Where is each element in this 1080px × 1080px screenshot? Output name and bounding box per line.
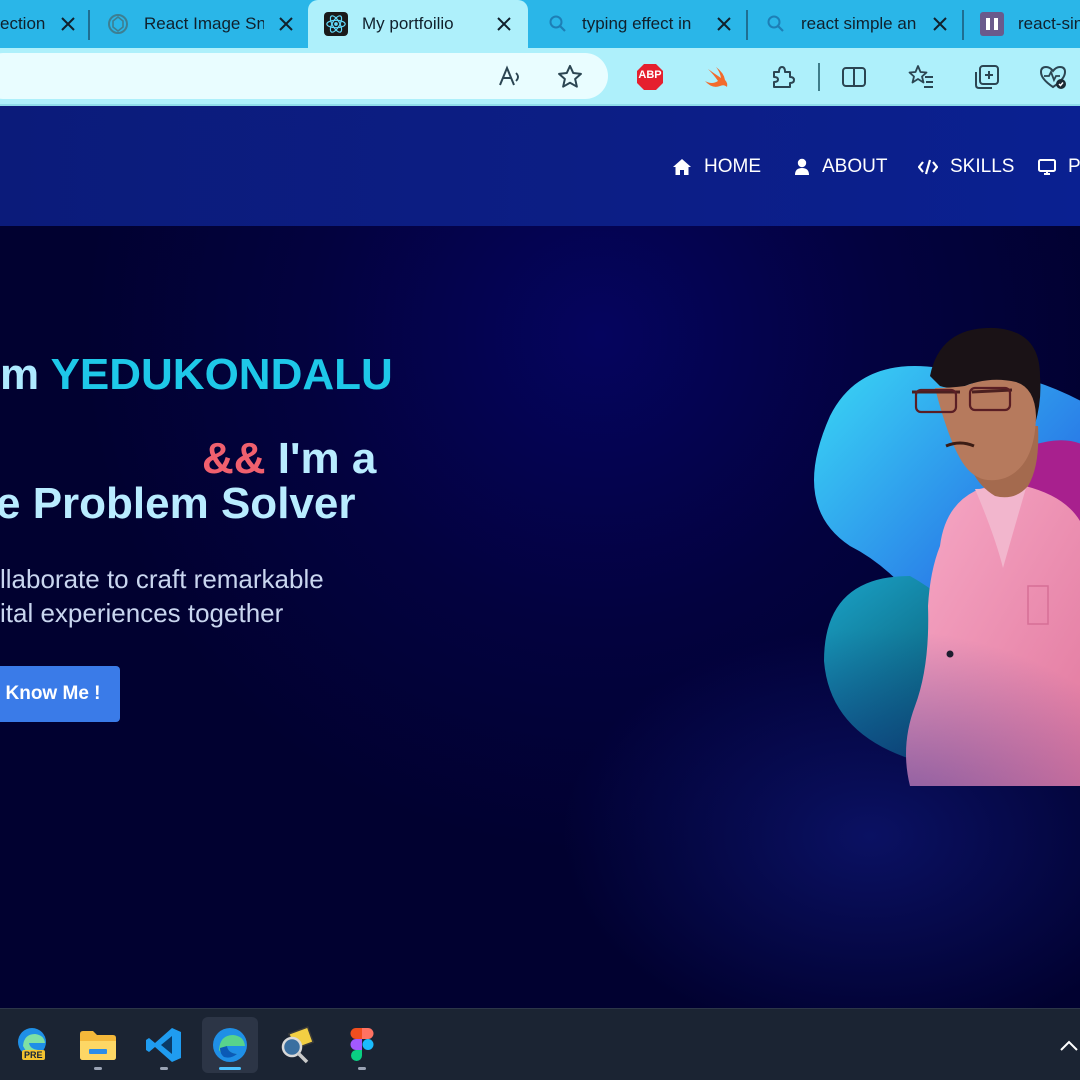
- tab-title: My portfoilio: [362, 14, 454, 33]
- favorites-icon[interactable]: [904, 60, 938, 94]
- taskbar-edge[interactable]: [202, 1017, 258, 1073]
- tab-title: react-sin: [1018, 14, 1080, 33]
- browser-tab[interactable]: ection: [0, 0, 88, 48]
- nav-about[interactable]: ABOUT: [794, 154, 887, 180]
- hero-description: llaborate to craft remarkable ital exper…: [0, 562, 380, 630]
- browser-tab[interactable]: typing effect in: [530, 0, 746, 48]
- adblock-label: ABP: [638, 69, 662, 81]
- browser-tab-strip: ection React Image Sn My portfoilio typi…: [0, 0, 1080, 48]
- hero-role: e Problem Solver: [0, 479, 356, 528]
- nav-portfolio[interactable]: P: [1038, 154, 1080, 180]
- close-icon[interactable]: [58, 14, 78, 34]
- profile-portrait: [814, 327, 1080, 786]
- favorite-star-icon[interactable]: [553, 60, 587, 94]
- read-aloud-icon[interactable]: [493, 60, 527, 94]
- extensions-icon[interactable]: [765, 60, 799, 94]
- user-icon: [795, 158, 809, 175]
- close-icon[interactable]: [276, 14, 296, 34]
- taskbar-edge-preview[interactable]: PRE: [6, 1017, 62, 1073]
- nav-label: ABOUT: [822, 156, 888, 177]
- taskbar-vscode[interactable]: [136, 1017, 192, 1073]
- close-icon[interactable]: [494, 14, 514, 34]
- taskbar-figma[interactable]: [334, 1017, 390, 1073]
- swift-extension-icon[interactable]: [699, 60, 733, 94]
- react-icon: [324, 12, 348, 36]
- browser-essentials-icon[interactable]: [1036, 60, 1070, 94]
- hero-description-line: ital experiences together: [0, 598, 284, 628]
- vscode-icon: [146, 1028, 181, 1062]
- taskbar-file-explorer[interactable]: [70, 1017, 126, 1073]
- tab-title: typing effect in: [582, 14, 692, 33]
- nav-home[interactable]: HOME: [672, 154, 761, 180]
- taskbar-magnifier-app[interactable]: [268, 1017, 324, 1073]
- chevron-up-icon[interactable]: [1058, 1035, 1080, 1057]
- edge-icon: [213, 1028, 247, 1062]
- browser-tab[interactable]: React Image Sn: [90, 0, 306, 48]
- greeting-text: m: [0, 350, 51, 399]
- hero-typing-line: && I'm a: [202, 434, 376, 484]
- hero-description-line: llaborate to craft remarkable: [0, 564, 324, 594]
- close-icon[interactable]: [930, 14, 950, 34]
- collections-icon[interactable]: [970, 60, 1004, 94]
- close-icon[interactable]: [714, 14, 734, 34]
- adblock-plus-icon[interactable]: ABP: [633, 60, 667, 94]
- browser-tab[interactable]: react-sin: [964, 0, 1080, 48]
- folder-icon: [80, 1031, 116, 1060]
- taskbar: PRE: [0, 1008, 1080, 1080]
- browser-tab-active[interactable]: My portfoilio: [308, 0, 528, 48]
- hero-greeting: m YEDUKONDALU: [0, 350, 393, 400]
- nav-label: HOME: [704, 156, 761, 177]
- site-navbar: HOME ABOUT SKILLS P: [0, 106, 1080, 226]
- figma-icon: [350, 1028, 374, 1061]
- chatgpt-icon: [106, 12, 130, 36]
- pre-badge: PRE: [22, 1050, 45, 1060]
- tab-title: react simple an: [801, 14, 917, 33]
- site-icon: [980, 12, 1004, 36]
- know-me-button[interactable]: Know Me !: [0, 666, 120, 722]
- home-icon: [673, 159, 691, 175]
- nav-label: SKILLS: [950, 156, 1015, 177]
- search-icon: [546, 12, 570, 36]
- hero-amp: &&: [202, 434, 266, 483]
- nav-label: P: [1068, 156, 1080, 177]
- monitor-icon: [1038, 159, 1056, 175]
- tab-title: React Image Sn: [144, 14, 264, 33]
- search-icon: [764, 12, 788, 36]
- split-screen-icon[interactable]: [837, 60, 871, 94]
- browser-tab[interactable]: react simple an: [748, 0, 962, 48]
- nav-skills[interactable]: SKILLS: [918, 154, 1014, 180]
- browser-toolbar: ABP: [0, 48, 1080, 106]
- hero-name: YEDUKONDALU: [50, 350, 393, 399]
- magnifier-app-icon: [281, 1026, 315, 1064]
- portfolio-page: HOME ABOUT SKILLS P m YEDUKONDALU && I'm…: [0, 106, 1080, 1008]
- code-icon: [918, 159, 938, 175]
- tab-title: ection: [0, 14, 46, 33]
- hero-im-a: I'm a: [265, 434, 377, 483]
